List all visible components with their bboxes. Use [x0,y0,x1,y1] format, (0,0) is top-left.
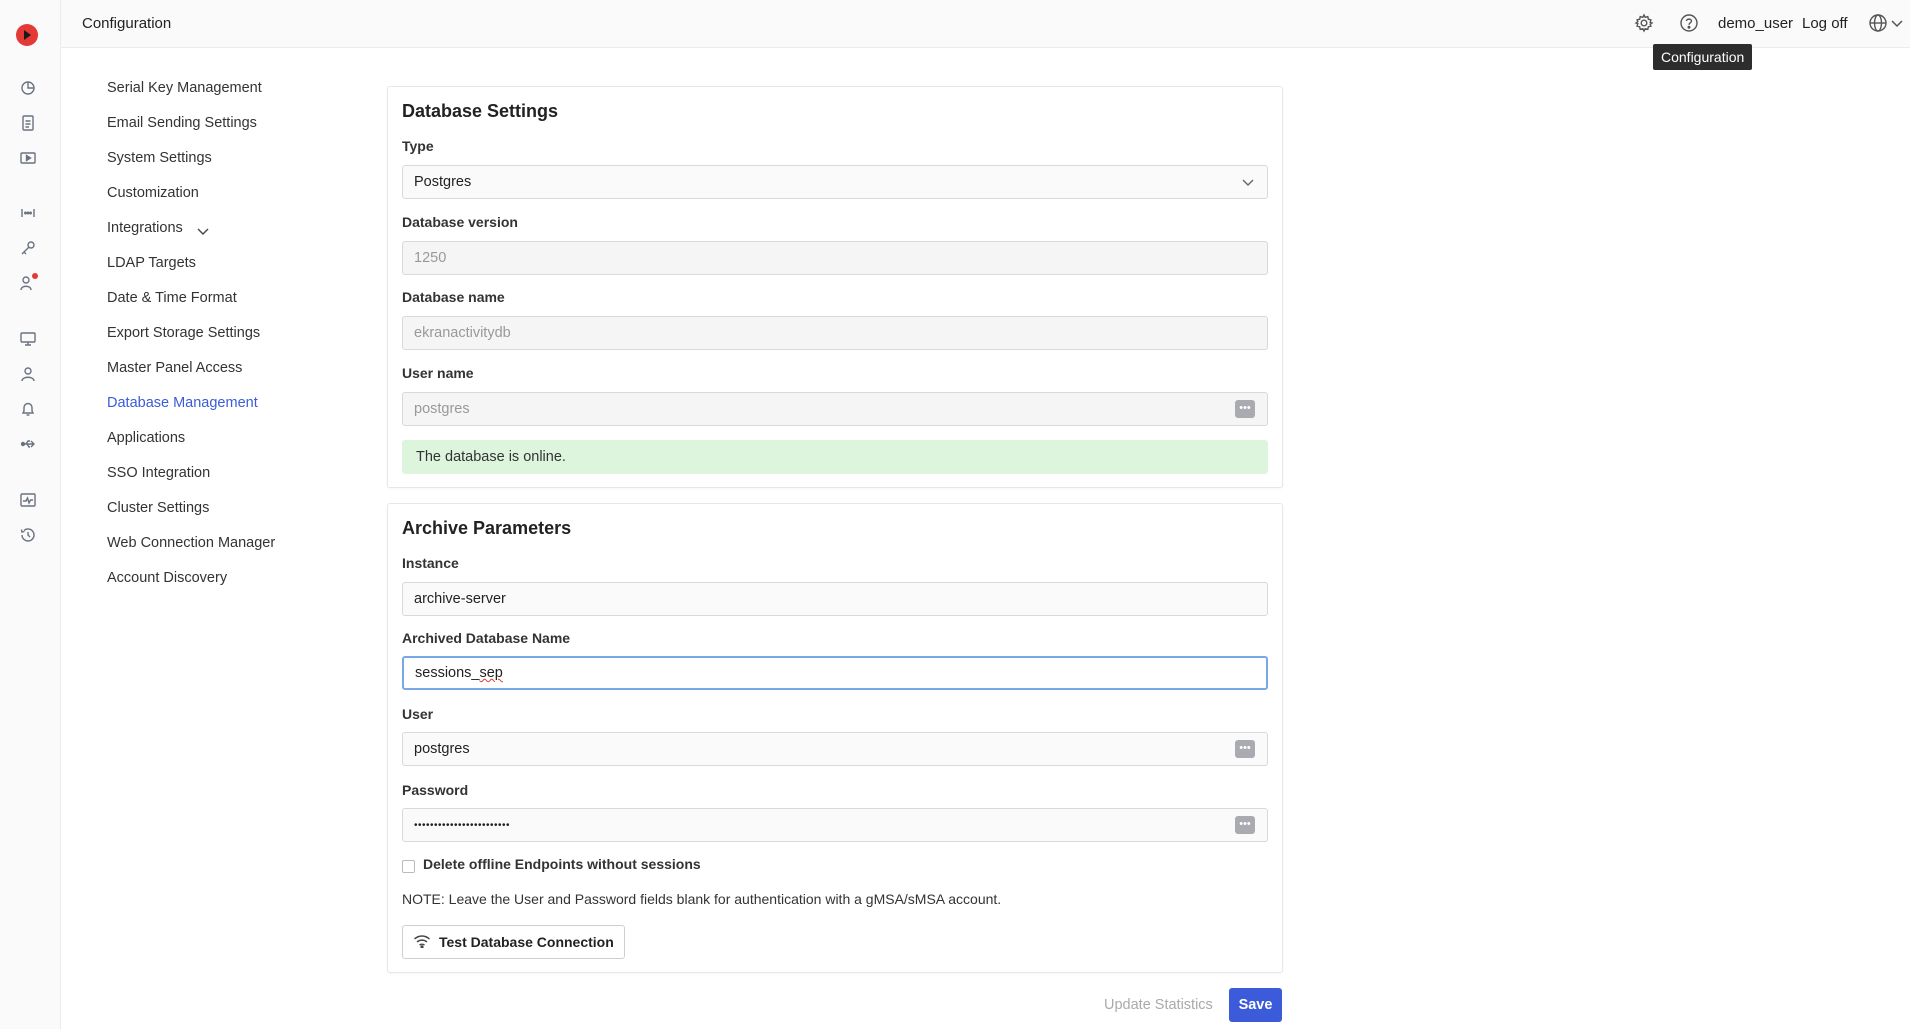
icon-rail [0,0,61,1029]
alert-dot [32,273,38,279]
user-alert-icon[interactable] [19,273,38,292]
video-icon[interactable] [19,149,37,167]
archive-parameters-title: Archive Parameters [402,518,572,538]
bell-icon[interactable] [19,400,37,418]
gmsa-note: NOTE: Leave the User and Password fields… [402,891,1002,907]
nav-item-integrations-label: Integrations [107,220,183,236]
nav-item-serial-key-management[interactable]: Serial Key Management [107,80,262,96]
test-database-connection-label: Test Database Connection [439,934,614,950]
instance-value: archive-server [414,591,506,607]
type-label: Type [402,138,434,154]
chevron-down-icon [197,224,209,236]
key-icon[interactable] [19,239,37,257]
nav-item-account-discovery[interactable]: Account Discovery [107,570,227,586]
delete-offline-checkbox[interactable] [402,860,415,873]
nav-item-ldap-targets[interactable]: LDAP Targets [107,255,196,271]
database-name-value: ekranactivitydb [414,325,511,341]
nav-item-web-connection-manager[interactable]: Web Connection Manager [107,535,275,551]
archived-db-name-label: Archived Database Name [402,630,571,646]
database-status-message: The database is online. [402,440,1268,474]
privileged-access-icon[interactable] [19,204,37,222]
user-icon[interactable] [19,365,37,383]
password-value: •••••••••••••••••••••••• [414,819,511,831]
username-label[interactable]: demo_user [1718,15,1793,32]
database-name-label: Database name [402,289,505,305]
password-input[interactable]: •••••••••••••••••••••••• ••• [402,808,1268,842]
nav-item-sso-integration[interactable]: SSO Integration [107,465,210,481]
page-title: Configuration [82,15,172,32]
user-name-label: User name [402,365,474,381]
usb-icon[interactable] [19,435,37,453]
more-options-icon[interactable]: ••• [1235,816,1255,834]
archived-db-name-input[interactable]: sessions_sep [402,656,1268,690]
wifi-icon [413,934,431,951]
type-select-value: Postgres [414,174,472,190]
gear-icon[interactable] [1634,13,1654,33]
user-name-value: postgres [414,401,470,417]
database-settings-card: Database Settings Type Postgres Database… [387,86,1283,488]
database-version-value: 1250 [414,250,447,266]
nav-item-applications[interactable]: Applications [107,430,185,446]
logoff-link[interactable]: Log off [1802,15,1848,32]
history-icon[interactable] [19,526,37,544]
nav-item-email-sending-settings[interactable]: Email Sending Settings [107,115,257,131]
user-input[interactable]: postgres ••• [402,732,1268,766]
nav-item-export-storage-settings[interactable]: Export Storage Settings [107,325,260,341]
chevron-down-icon[interactable] [1887,13,1903,33]
password-label: Password [402,782,469,798]
nav-item-integrations[interactable]: Integrations [107,220,209,236]
instance-input[interactable]: archive-server [402,582,1268,616]
user-value: postgres [414,741,470,757]
instance-label: Instance [402,555,459,571]
chevron-down-icon [1241,176,1255,186]
database-version-field: 1250 [402,241,1268,275]
database-settings-title: Database Settings [402,101,559,121]
configuration-tooltip: Configuration [1653,44,1753,70]
database-version-label: Database version [402,214,518,230]
database-name-field: ekranactivitydb [402,316,1268,350]
save-button[interactable]: Save [1229,988,1282,1022]
more-options-icon[interactable]: ••• [1235,400,1255,418]
type-select[interactable]: Postgres [402,165,1268,199]
archive-parameters-card: Archive Parameters Instance archive-serv… [387,503,1283,973]
user-label: User [402,706,434,722]
user-name-field: postgres ••• [402,392,1268,426]
top-header: Configuration [61,0,1910,48]
reports-icon[interactable] [19,114,37,132]
logo-icon[interactable] [16,24,38,46]
dashboard-icon[interactable] [19,79,37,97]
test-database-connection-button[interactable]: Test Database Connection [402,925,625,959]
health-icon[interactable] [19,491,37,509]
archived-db-name-value: sessions_sep [415,665,503,681]
globe-icon[interactable] [1868,13,1888,33]
nav-item-date-time-format[interactable]: Date & Time Format [107,290,237,306]
nav-item-system-settings[interactable]: System Settings [107,150,212,166]
monitor-icon[interactable] [19,330,37,348]
nav-item-cluster-settings[interactable]: Cluster Settings [107,500,209,516]
delete-offline-label[interactable]: Delete offline Endpoints without session… [423,856,701,872]
nav-item-customization[interactable]: Customization [107,185,199,201]
nav-item-master-panel-access[interactable]: Master Panel Access [107,360,242,376]
help-icon[interactable] [1679,13,1699,33]
nav-item-database-management[interactable]: Database Management [107,395,258,411]
more-options-icon[interactable]: ••• [1235,740,1255,758]
update-statistics-button[interactable]: Update Statistics [1098,988,1219,1022]
